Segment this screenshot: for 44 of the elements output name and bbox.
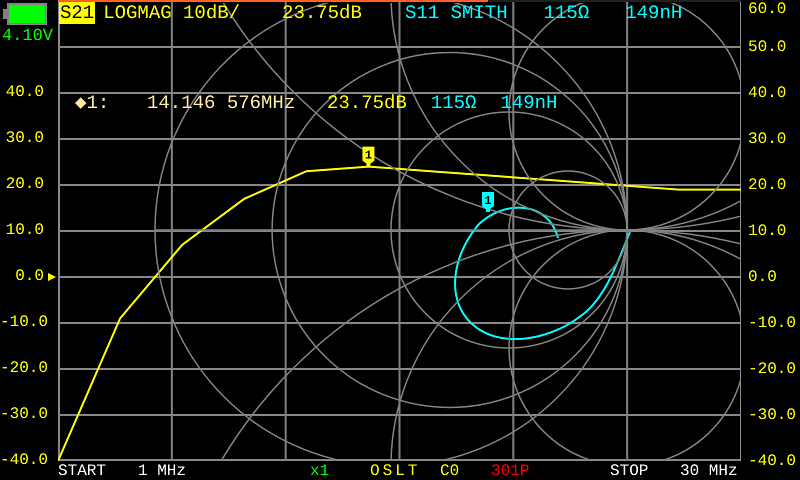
axis-label: -20.0 xyxy=(748,360,796,378)
calibration-status: OSLT xyxy=(370,462,420,480)
axis-label: -10.0 xyxy=(0,312,46,333)
axis-label: 30.0 xyxy=(4,128,45,149)
axis-label: -10.0 xyxy=(748,314,796,332)
axis-label: 30.0 xyxy=(748,130,786,148)
trace-channel-tab[interactable]: S21 xyxy=(59,2,96,24)
averaging-indicator: x1 xyxy=(310,462,330,480)
axis-label: -30.0 xyxy=(748,406,796,424)
reference-level-icon xyxy=(48,273,56,281)
trace-channel-tab[interactable]: S11 SMITH xyxy=(405,2,508,24)
axis-label: 40.0 xyxy=(748,84,786,102)
marker-flag: 1 xyxy=(362,146,374,167)
axis-label: -40.0 xyxy=(748,452,796,470)
battery-voltage: 4.10V xyxy=(2,28,54,45)
trace-reading: 23.75dB xyxy=(282,2,362,24)
axis-label: 10.0 xyxy=(748,222,786,240)
axis-label: 20.0 xyxy=(4,174,45,195)
axis-label: 0.0 xyxy=(748,268,777,286)
battery-icon xyxy=(3,3,47,25)
trace-reading: 115Ω xyxy=(544,2,590,24)
axis-label: 60.0 xyxy=(748,0,786,18)
marker-reading: 23.75dB xyxy=(327,92,407,114)
axis-label: 10.0 xyxy=(4,220,45,241)
axis-label: -40.0 xyxy=(0,450,46,471)
trace-reading: 149nH xyxy=(625,2,682,24)
axis-label: 20.0 xyxy=(748,176,786,194)
marker-label: ◆1: xyxy=(75,92,110,114)
axis-label: -20.0 xyxy=(0,358,46,379)
calibration-slot: C0 xyxy=(440,462,460,480)
stop-label: STOP xyxy=(610,462,648,480)
marker-flag: 1 xyxy=(482,192,494,212)
marker-reading: 149nH xyxy=(500,92,558,114)
marker-reading: 115Ω xyxy=(430,92,476,114)
trace-format: LOGMAG 10dB/ xyxy=(103,2,240,24)
start-label: START xyxy=(58,462,106,480)
stop-frequency: 30 MHz xyxy=(680,462,738,480)
axis-label: 40.0 xyxy=(4,82,45,103)
marker-frequency: 14.146 576MHz xyxy=(147,92,296,114)
axis-label: 0.0 xyxy=(14,266,45,287)
sweep-points: 301P xyxy=(491,462,530,480)
axis-label: -30.0 xyxy=(0,404,46,425)
start-frequency: 1 MHz xyxy=(138,462,186,480)
axis-label: 50.0 xyxy=(748,38,786,56)
